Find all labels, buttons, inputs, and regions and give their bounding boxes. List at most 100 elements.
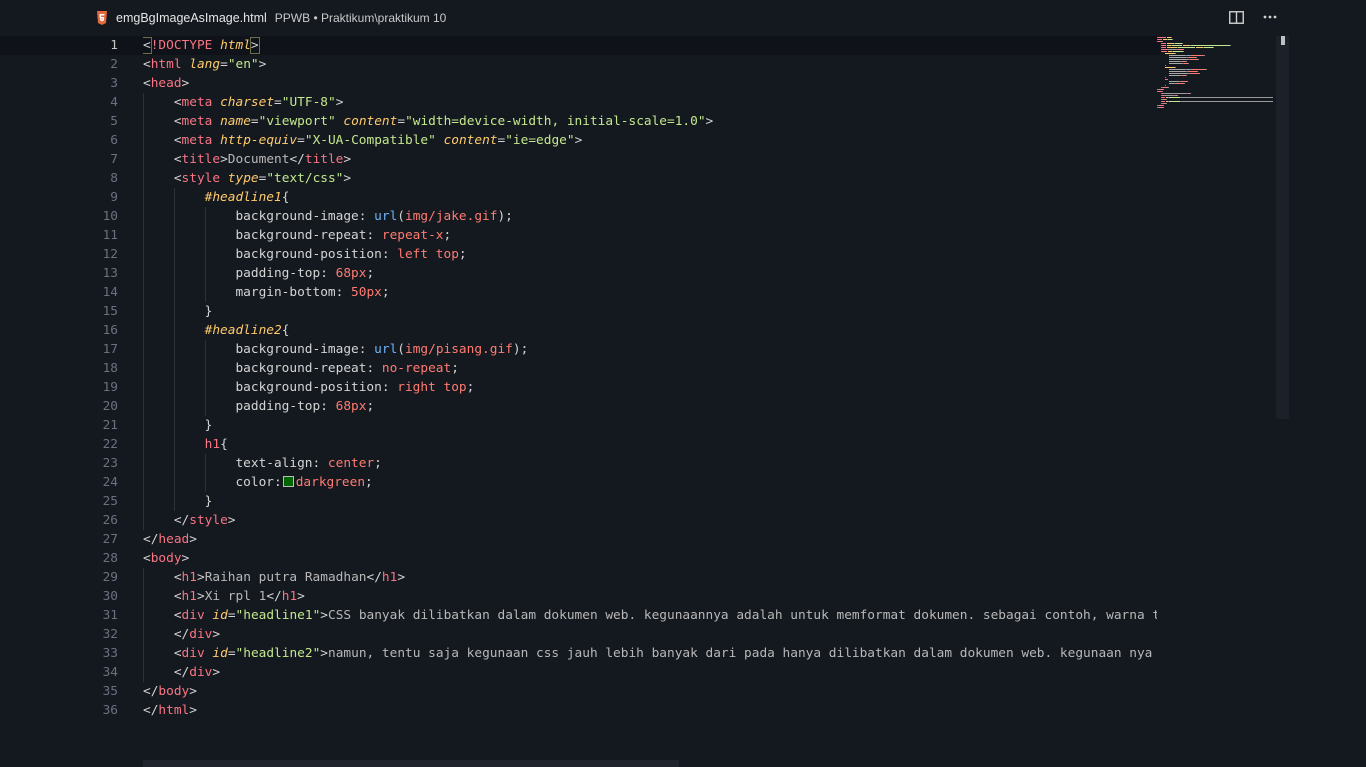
code-text: <head> bbox=[143, 74, 1157, 93]
code-line[interactable]: 1 <!DOCTYPE html> bbox=[0, 36, 1160, 55]
code-token: #headline2 bbox=[204, 323, 282, 338]
code-token: #headline1 bbox=[204, 190, 282, 205]
code-line[interactable]: 32 </div> bbox=[0, 625, 1160, 644]
indent-guide bbox=[174, 378, 175, 397]
minimap-token bbox=[1169, 101, 1180, 102]
code-token: padding-top bbox=[235, 399, 321, 414]
minimap-token bbox=[1175, 43, 1182, 44]
code-text: background-repeat: no-repeat; bbox=[143, 359, 1157, 378]
vertical-scrollbar[interactable] bbox=[1276, 36, 1289, 419]
more-actions-icon[interactable] bbox=[1262, 9, 1278, 25]
code-token: background-repeat bbox=[235, 361, 367, 376]
code-line[interactable]: 7 <title>Document</title> bbox=[0, 150, 1160, 169]
indent-guide bbox=[143, 397, 144, 416]
code-line[interactable]: 34 </div> bbox=[0, 663, 1160, 682]
code-line[interactable]: 36 </html> bbox=[0, 701, 1160, 720]
code-text: </div> bbox=[143, 625, 1157, 644]
minimap-token bbox=[1188, 71, 1197, 72]
code-token: > bbox=[574, 133, 583, 148]
code-text: #headline2{ bbox=[143, 321, 1157, 340]
minimap[interactable] bbox=[1155, 36, 1275, 126]
minimap-token bbox=[1162, 43, 1166, 44]
code-token: ); bbox=[512, 342, 529, 357]
line-number: 35 bbox=[102, 684, 118, 699]
code-line[interactable]: 26 </style> bbox=[0, 511, 1160, 530]
line-number: 32 bbox=[102, 627, 118, 642]
code-token: < bbox=[173, 152, 182, 167]
line-number: 28 bbox=[102, 551, 118, 566]
code-token: repeat-x bbox=[381, 228, 444, 243]
code-token: </ bbox=[143, 684, 159, 699]
code-token: < bbox=[173, 608, 182, 623]
minimap-token bbox=[1158, 37, 1166, 38]
minimap-token bbox=[1158, 39, 1162, 40]
minimap-token bbox=[1186, 75, 1187, 76]
code-token: < bbox=[173, 646, 182, 661]
code-token: = bbox=[274, 95, 282, 110]
code-token: charset bbox=[220, 95, 275, 110]
code-token: < bbox=[143, 76, 151, 91]
vertical-scrollbar-thumb[interactable] bbox=[1281, 36, 1285, 45]
minimap-token bbox=[1182, 43, 1183, 44]
code-line[interactable]: 35 </body> bbox=[0, 682, 1160, 701]
code-line[interactable]: 5 <meta name="viewport" content="width=d… bbox=[0, 112, 1160, 131]
color-swatch-icon[interactable] bbox=[282, 476, 294, 487]
line-number: 25 bbox=[102, 494, 118, 509]
code-token: 68px bbox=[335, 399, 367, 414]
indent-guide bbox=[143, 264, 144, 283]
code-token: < bbox=[143, 57, 151, 72]
code-text: } bbox=[143, 492, 1157, 511]
code-token: ; bbox=[366, 266, 375, 281]
minimap-token bbox=[1190, 59, 1198, 60]
editor-tab[interactable]: emgBgImageAsImage.html PPWB • Praktikum\… bbox=[96, 8, 446, 28]
code-line[interactable]: 6 <meta http-equiv="X-UA-Compatible" con… bbox=[0, 131, 1160, 150]
code-token: div bbox=[181, 646, 205, 661]
code-text: <meta http-equiv="X-UA-Compatible" conte… bbox=[143, 131, 1157, 150]
code-line[interactable]: 2 <html lang="en"> bbox=[0, 55, 1160, 74]
code-line[interactable]: 33 <div id="headline2">namun, tentu saja… bbox=[0, 644, 1160, 663]
horizontal-scrollbar[interactable] bbox=[143, 760, 679, 767]
code-line[interactable]: 27 </head> bbox=[0, 530, 1160, 549]
code-token: < bbox=[173, 589, 182, 604]
code-token: > bbox=[227, 513, 236, 528]
code-token: < bbox=[143, 37, 152, 54]
minimap-token bbox=[1198, 59, 1199, 60]
minimap-token bbox=[1190, 73, 1199, 74]
minimap-token bbox=[1181, 101, 1273, 102]
split-editor-icon[interactable] bbox=[1228, 9, 1244, 25]
code-token: ; bbox=[466, 380, 475, 395]
code-line[interactable]: 29 <h1>Raihan putra Ramadhan</h1> bbox=[0, 568, 1160, 587]
code-text: background-image: url(img/jake.gif); bbox=[143, 207, 1157, 226]
code-line[interactable]: 30 <h1>Xi rpl 1</h1> bbox=[0, 587, 1160, 606]
indent-guide bbox=[143, 606, 144, 625]
code-line[interactable]: 4 <meta charset="UTF-8"> bbox=[0, 93, 1160, 112]
minimap-token bbox=[1178, 47, 1195, 48]
indent-guide bbox=[143, 378, 144, 397]
code-line[interactable]: 28 <body> bbox=[0, 549, 1160, 568]
code-token: "viewport" bbox=[258, 114, 336, 129]
minimap-token bbox=[1177, 95, 1178, 96]
code-line[interactable]: 3 <head> bbox=[0, 74, 1160, 93]
minimap-token bbox=[1203, 55, 1205, 56]
code-token: meta bbox=[181, 114, 213, 129]
indent-guide bbox=[205, 283, 206, 302]
code-token: 50px bbox=[351, 285, 382, 300]
code-line[interactable]: 8 <style type="text/css"> bbox=[0, 169, 1160, 188]
minimap-token bbox=[1191, 69, 1205, 70]
minimap-token bbox=[1163, 89, 1164, 90]
code-token: > bbox=[249, 37, 260, 54]
indent-guide bbox=[174, 359, 175, 378]
code-token: right top bbox=[397, 380, 467, 395]
code-token: ; bbox=[381, 285, 390, 300]
code-text: } bbox=[143, 416, 1157, 435]
code-token: </ bbox=[266, 589, 282, 604]
code-line[interactable]: 31 <div id="headline1">CSS banyak diliba… bbox=[0, 606, 1160, 625]
code-editor[interactable]: 1 <!DOCTYPE html> 2 <html lang="en"> 3 <head>… bbox=[0, 36, 1275, 756]
